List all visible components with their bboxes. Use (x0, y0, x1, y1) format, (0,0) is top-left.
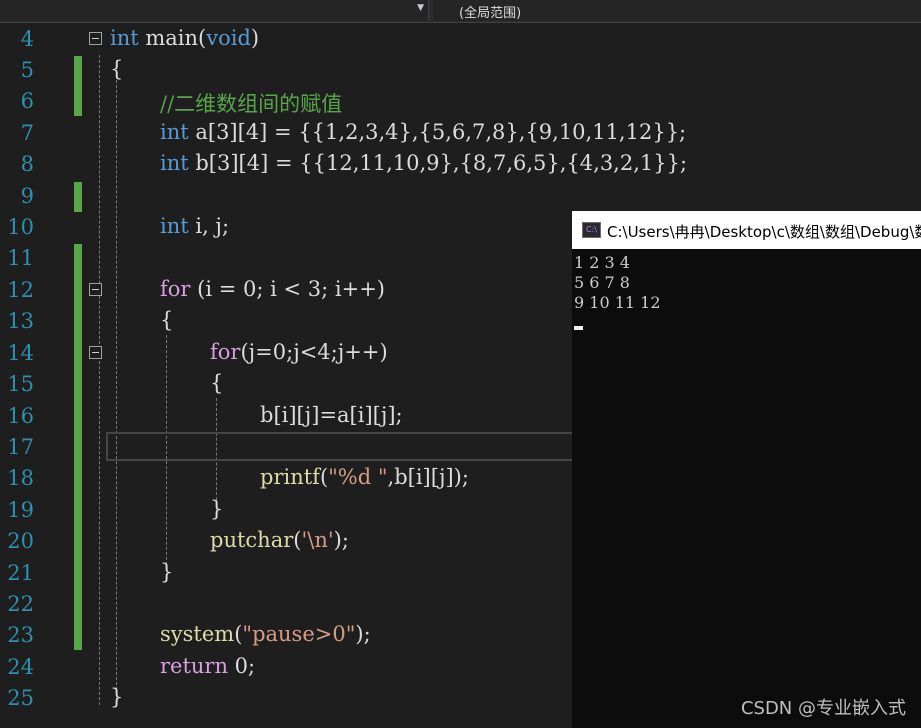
string-literal: '\n' (301, 528, 334, 552)
keyword: for (160, 277, 191, 301)
function-name: putchar (210, 528, 294, 552)
code-line: 9 (0, 181, 921, 212)
keyword: return (160, 654, 228, 678)
line-number: 6 (20, 89, 34, 113)
code-text: (i = 0; i < 3; i++) (190, 277, 385, 301)
code-text: ); (355, 622, 371, 646)
code-text: ,b[i][j]); (387, 465, 469, 489)
code-text: ); (333, 528, 349, 552)
console-window[interactable]: C:\ C:\Users\冉冉\Desktop\c\数组\数组\Debug\数 … (572, 211, 921, 728)
code-text: { (160, 308, 174, 332)
line-number: 23 (7, 623, 34, 647)
line-number: 11 (7, 246, 34, 270)
code-text: } (110, 685, 124, 709)
code-line: 4 int main(void) (0, 24, 921, 55)
line-number: 16 (7, 404, 34, 428)
line-number: 18 (7, 466, 34, 490)
code-text: b[i][j]=a[i][j]; (260, 403, 403, 427)
console-title-bar[interactable]: C:\ C:\Users\冉冉\Desktop\c\数组\数组\Debug\数 (572, 211, 921, 249)
keyword: int (160, 214, 189, 238)
console-cursor (574, 326, 583, 330)
function-name: system (160, 622, 235, 646)
line-number: 19 (7, 498, 34, 522)
scope-dropdown-label: (全局范围) (459, 6, 522, 21)
keyword: int (110, 26, 139, 50)
line-number: 22 (7, 592, 34, 616)
line-number: 17 (7, 435, 34, 459)
line-number: 14 (7, 341, 34, 365)
console-app-icon: C:\ (582, 222, 601, 238)
code-comment: //二维数组间的赋值 (160, 92, 343, 116)
code-text: } (210, 497, 224, 521)
code-text: main( (138, 26, 207, 50)
code-text: a[3][4] = {{1,2,3,4},{5,6,7,8},{9,10,11,… (188, 120, 687, 144)
code-text: 0; (228, 654, 256, 678)
line-number: 12 (7, 278, 34, 302)
watermark: CSDN @专业嵌入式 (740, 698, 906, 719)
keyword: int (160, 120, 189, 144)
toolbar: ▼ (全局范围) (0, 0, 921, 23)
line-number: 15 (7, 372, 34, 396)
keyword: int (160, 151, 189, 175)
code-line: 6 //二维数组间的赋值 (0, 86, 921, 117)
chevron-down-icon: ▼ (417, 3, 424, 13)
string-literal: "%d " (328, 465, 388, 489)
console-title: C:\Users\冉冉\Desktop\c\数组\数组\Debug\数 (607, 223, 921, 241)
code-line: 8 int b[3][4] = {{12,11,10,9},{8,7,6,5},… (0, 149, 921, 180)
code-text: i, j; (188, 214, 230, 238)
output-line: 1 2 3 4 (574, 253, 630, 272)
keyword: for (210, 340, 241, 364)
console-output: 1 2 3 4 5 6 7 8 9 10 11 12 (574, 253, 661, 313)
keyword: void (206, 26, 251, 50)
line-number: 9 (20, 184, 34, 208)
file-scope-dropdown[interactable]: ▼ (0, 0, 429, 21)
line-number: 13 (7, 309, 34, 333)
line-number: 7 (20, 121, 34, 145)
scope-dropdown[interactable]: (全局范围) (433, 0, 921, 21)
line-number: 20 (7, 529, 34, 553)
code-text: { (110, 57, 124, 81)
line-number: 25 (7, 686, 34, 710)
line-number: 4 (20, 27, 34, 51)
code-text: { (210, 371, 224, 395)
output-line: 9 10 11 12 (574, 293, 661, 312)
code-text: b[3][4] = {{12,11,10,9},{8,7,6,5},{4,3,2… (188, 151, 688, 175)
line-number: 8 (20, 152, 34, 176)
code-line: 5 { (0, 55, 921, 86)
line-number: 10 (7, 215, 34, 239)
function-name: printf (260, 465, 320, 489)
code-text: } (160, 560, 174, 584)
line-number: 21 (7, 561, 34, 585)
code-text: ( (319, 465, 329, 489)
code-text: (j=0;j<4;j++) (240, 340, 388, 364)
string-literal: "pause>0" (242, 622, 356, 646)
code-text: ) (250, 26, 260, 50)
line-number: 24 (7, 655, 34, 679)
line-number: 5 (20, 58, 34, 82)
code-line: 7 int a[3][4] = {{1,2,3,4},{5,6,7,8},{9,… (0, 118, 921, 149)
output-line: 5 6 7 8 (574, 273, 630, 292)
